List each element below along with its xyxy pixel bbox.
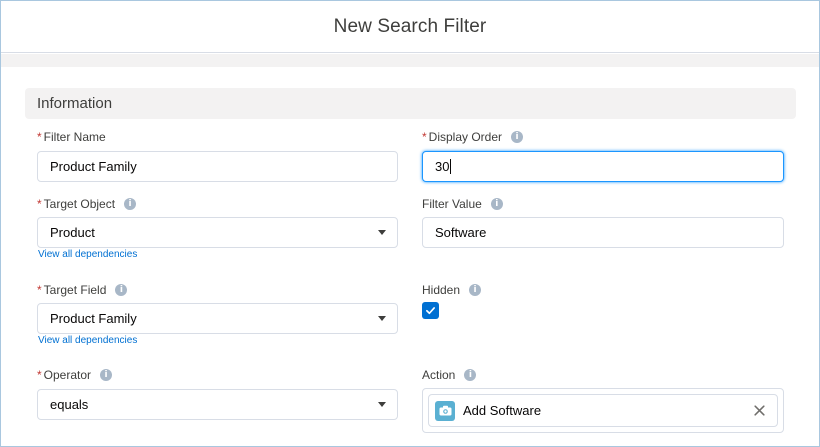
info-icon[interactable]: i [100,369,113,381]
section-information: Information [25,88,796,119]
operator-label: * Operator i [37,368,113,382]
operator-select[interactable]: equals [37,389,398,420]
target-object-label-text: Target Object [43,197,116,211]
action-pill-label: Add Software [463,403,542,418]
required-marker: * [37,283,42,297]
section-title: Information [37,95,113,112]
chevron-down-icon [378,402,386,407]
required-marker: * [422,130,427,144]
hidden-checkbox[interactable] [422,302,439,319]
target-field-select[interactable]: Product Family [37,303,398,334]
chevron-down-icon [378,230,386,235]
close-icon[interactable] [753,404,766,417]
target-object-label: * Target Object i [37,197,137,211]
hidden-label-text: Hidden [422,283,461,297]
action-label: Action i [422,368,477,382]
info-icon[interactable]: i [115,284,128,296]
required-marker: * [37,197,42,211]
target-object-select[interactable]: Product [37,217,398,248]
info-icon[interactable]: i [464,369,477,381]
info-icon[interactable]: i [469,284,482,296]
target-field-label: * Target Field i [37,283,128,297]
hidden-label: Hidden i [422,283,482,297]
action-lookup: Add Software [422,388,784,433]
text-cursor [450,159,452,174]
target-object-value: Product [50,225,95,240]
info-icon[interactable]: i [490,198,503,210]
camera-icon [435,400,455,421]
filter-name-label: * Filter Name [37,130,106,144]
required-marker: * [37,368,42,382]
display-order-input[interactable]: 30 [422,151,784,182]
info-icon[interactable]: i [511,131,524,143]
target-field-dependencies-link[interactable]: View all dependencies [38,335,137,346]
target-field-value: Product Family [50,311,137,326]
modal-header: New Search Filter [1,1,819,53]
display-order-label: * Display Order i [422,130,524,144]
checkmark-icon [426,307,435,315]
filter-value-value: Software [435,225,487,240]
filter-name-input[interactable]: Product Family [37,151,398,182]
target-object-dependencies-link[interactable]: View all dependencies [38,249,137,260]
filter-value-input[interactable]: Software [422,217,784,248]
display-order-label-text: Display Order [428,130,503,144]
chevron-down-icon [378,316,386,321]
action-pill[interactable]: Add Software [428,394,778,427]
target-field-label-text: Target Field [43,283,107,297]
filter-name-label-text: Filter Name [43,130,106,144]
operator-label-text: Operator [43,368,92,382]
info-icon[interactable]: i [124,198,137,210]
filter-name-value: Product Family [50,159,137,174]
operator-value: equals [50,397,89,412]
filter-value-label: Filter Value i [422,197,503,211]
display-order-value: 30 [435,159,450,174]
filter-value-label-text: Filter Value [422,197,482,211]
modal-title: New Search Filter [333,15,487,37]
modal: New Search Filter Information * Filter N… [0,0,820,447]
required-marker: * [37,130,42,144]
action-label-text: Action [422,368,456,382]
